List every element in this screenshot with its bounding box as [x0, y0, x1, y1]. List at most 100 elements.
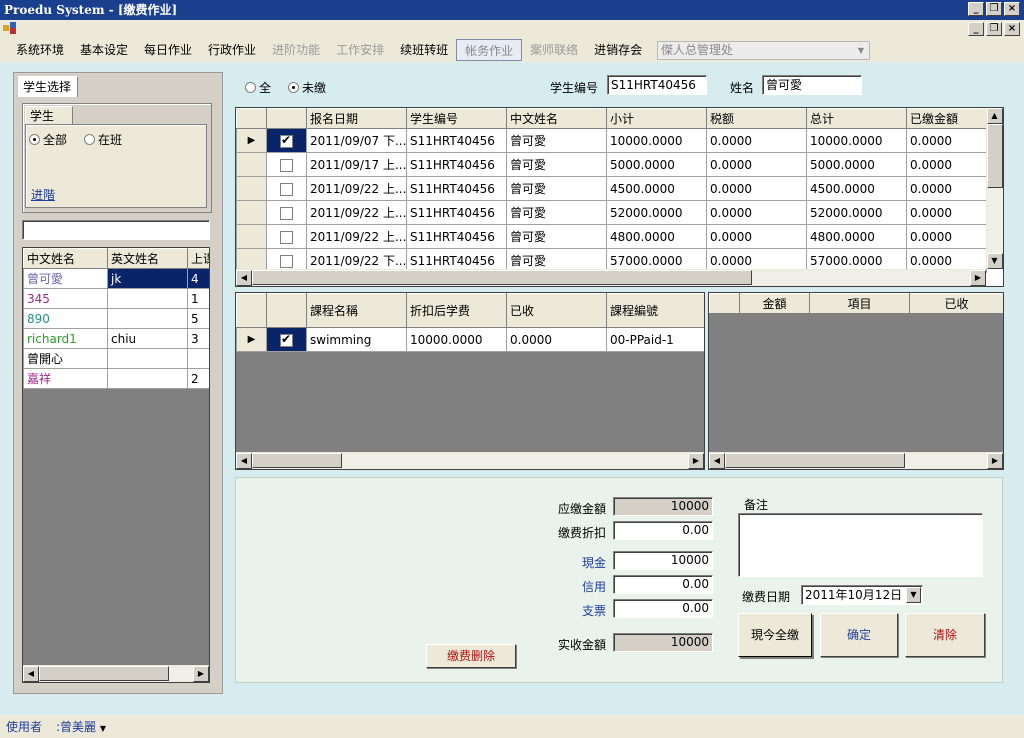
row-checkbox[interactable]: [280, 182, 293, 196]
child-minimize-button[interactable]: _: [968, 22, 984, 36]
table-row[interactable]: 2011/09/17 上... S11HRT40456 曾可愛 5000.0000 0.…: [236, 152, 987, 177]
scroll-track[interactable]: [986, 124, 1003, 253]
close-button[interactable]: ×: [1004, 2, 1020, 16]
fees-grid-hscroll[interactable]: ◀ ▶: [236, 269, 986, 286]
menu-item[interactable]: 工作安排: [328, 39, 392, 61]
table-row[interactable]: 2011/09/22 上... S11HRT40456 曾可愛 4800.0000 0.…: [236, 224, 987, 249]
student-name-field[interactable]: 曾可愛: [762, 75, 862, 95]
column-header[interactable]: 税额: [706, 108, 807, 129]
minimize-button[interactable]: _: [968, 2, 984, 16]
table-row[interactable]: ▶ swimming10000.00000.000000-PPaid-1: [236, 327, 704, 352]
scroll-track[interactable]: [39, 665, 193, 682]
delete-payment-button[interactable]: 缴费删除: [426, 644, 516, 668]
branch-combo[interactable]: 傑人总管理处 ▼: [657, 41, 870, 60]
menu-item[interactable]: 基本设定: [72, 39, 136, 61]
student-search-input[interactable]: [22, 220, 210, 240]
table-row[interactable]: 曾開心: [23, 348, 209, 369]
column-header[interactable]: 已收: [909, 293, 1003, 314]
user-value[interactable]: :曾美麗 ▼: [56, 718, 106, 735]
radio-active-students[interactable]: 在班: [84, 131, 122, 148]
advanced-search-link[interactable]: 进階: [31, 186, 55, 203]
scroll-thumb[interactable]: [252, 452, 342, 468]
scroll-thumb[interactable]: [986, 124, 1003, 188]
row-checkbox[interactable]: [280, 230, 293, 244]
scroll-left-icon[interactable]: ◀: [709, 452, 725, 469]
radio-all-students[interactable]: 全部: [29, 131, 67, 148]
menu-item[interactable]: 每日作业: [136, 39, 200, 61]
scroll-up-icon[interactable]: ▲: [986, 108, 1003, 124]
column-header[interactable]: 折扣后学费: [406, 293, 507, 328]
scroll-track[interactable]: [725, 452, 987, 469]
scroll-thumb[interactable]: [39, 665, 169, 681]
scroll-right-icon[interactable]: ▶: [193, 665, 209, 682]
note-textarea[interactable]: [738, 513, 983, 577]
row-checkbox[interactable]: [280, 332, 293, 347]
scroll-thumb[interactable]: [725, 452, 905, 468]
menu-item[interactable]: 进销存会: [586, 39, 650, 61]
table-row[interactable]: 2011/09/22 上... S11HRT40456 曾可愛 52000.0000 0…: [236, 200, 987, 225]
row-checkbox[interactable]: [280, 133, 293, 148]
column-header[interactable]: 中文姓名: [23, 248, 108, 269]
scroll-left-icon[interactable]: ◀: [23, 665, 39, 682]
tab-student-select[interactable]: 学生选择: [18, 76, 78, 97]
check-field[interactable]: 0.00: [613, 599, 713, 618]
discount-field[interactable]: 0.00: [613, 521, 713, 540]
scroll-thumb[interactable]: [252, 269, 752, 285]
scroll-down-icon[interactable]: ▼: [986, 253, 1003, 269]
menu-item[interactable]: 续班转班: [392, 39, 456, 61]
column-header[interactable]: 課程編號: [606, 293, 704, 328]
scroll-right-icon[interactable]: ▶: [987, 452, 1003, 469]
table-row[interactable]: 2011/09/22 上... S11HRT40456 曾可愛 4500.0000 0.…: [236, 176, 987, 201]
table-row[interactable]: 曾可愛 jk 4: [23, 268, 209, 289]
column-header[interactable]: 报名日期: [306, 108, 407, 129]
restore-button[interactable]: ❐: [986, 2, 1002, 16]
payment-grid-hscroll[interactable]: ◀ ▶: [709, 452, 1003, 469]
column-header[interactable]: 英文姓名: [107, 248, 188, 269]
column-header[interactable]: 課程名稱: [306, 293, 407, 328]
menu-item[interactable]: 案师联络: [522, 39, 586, 61]
scroll-track[interactable]: [252, 452, 688, 469]
credit-field[interactable]: 0.00: [613, 575, 713, 594]
table-row[interactable]: richard1 chiu 3: [23, 328, 209, 349]
radio-filter-unpaid[interactable]: 未缴: [288, 79, 326, 96]
scroll-right-icon[interactable]: ▶: [688, 452, 704, 469]
column-header[interactable]: 小计: [606, 108, 707, 129]
table-row[interactable]: 890 5: [23, 308, 209, 329]
course-grid-hscroll[interactable]: ◀ ▶: [236, 452, 704, 469]
student-id-field[interactable]: S11HRT40456: [607, 75, 707, 95]
confirm-button[interactable]: 确定: [820, 613, 898, 657]
pay-all-button[interactable]: 現今全缴: [738, 613, 812, 657]
row-checkbox[interactable]: [280, 158, 293, 172]
menu-item[interactable]: 行政作业: [200, 39, 264, 61]
column-header[interactable]: 中文姓名: [506, 108, 607, 129]
child-close-button[interactable]: ×: [1004, 22, 1020, 36]
row-checkbox[interactable]: [280, 206, 293, 220]
student-grid-hscroll[interactable]: ◀ ▶: [23, 665, 209, 682]
row-checkbox[interactable]: [280, 254, 293, 268]
chevron-down-icon[interactable]: ▼: [906, 587, 921, 603]
cash-field[interactable]: 10000: [613, 551, 713, 570]
scroll-left-icon[interactable]: ◀: [236, 452, 252, 469]
scroll-right-icon[interactable]: ▶: [970, 269, 986, 286]
menu-item[interactable]: 系统环境: [8, 39, 72, 61]
column-header[interactable]: 上课: [187, 248, 209, 269]
column-header[interactable]: 学生编号: [406, 108, 507, 129]
scroll-left-icon[interactable]: ◀: [236, 269, 252, 286]
radio-filter-all[interactable]: 全: [245, 79, 271, 96]
table-row[interactable]: ▶2011/09/07 下...S11HRT40456曾可愛10000.0000…: [236, 128, 987, 153]
tab-student[interactable]: 学生: [25, 106, 73, 124]
menu-item[interactable]: 帐务作业: [456, 39, 523, 61]
table-row[interactable]: 嘉祥 2: [23, 368, 209, 389]
scroll-track[interactable]: [252, 269, 970, 286]
table-row[interactable]: 345 1: [23, 288, 209, 309]
column-header[interactable]: 項目: [809, 293, 910, 314]
column-header[interactable]: 已缴金額: [906, 108, 987, 129]
column-header[interactable]: 总计: [806, 108, 907, 129]
fees-grid-vscroll[interactable]: ▲ ▼: [986, 108, 1003, 269]
column-header[interactable]: 已收: [506, 293, 607, 328]
child-restore-button[interactable]: ❐: [986, 22, 1002, 36]
column-header[interactable]: 金額: [739, 293, 810, 314]
pay-date-picker[interactable]: 2011年10月12日 ▼: [801, 585, 923, 605]
menu-item[interactable]: 进阶功能: [264, 39, 328, 61]
clear-button[interactable]: 清除: [905, 613, 985, 657]
